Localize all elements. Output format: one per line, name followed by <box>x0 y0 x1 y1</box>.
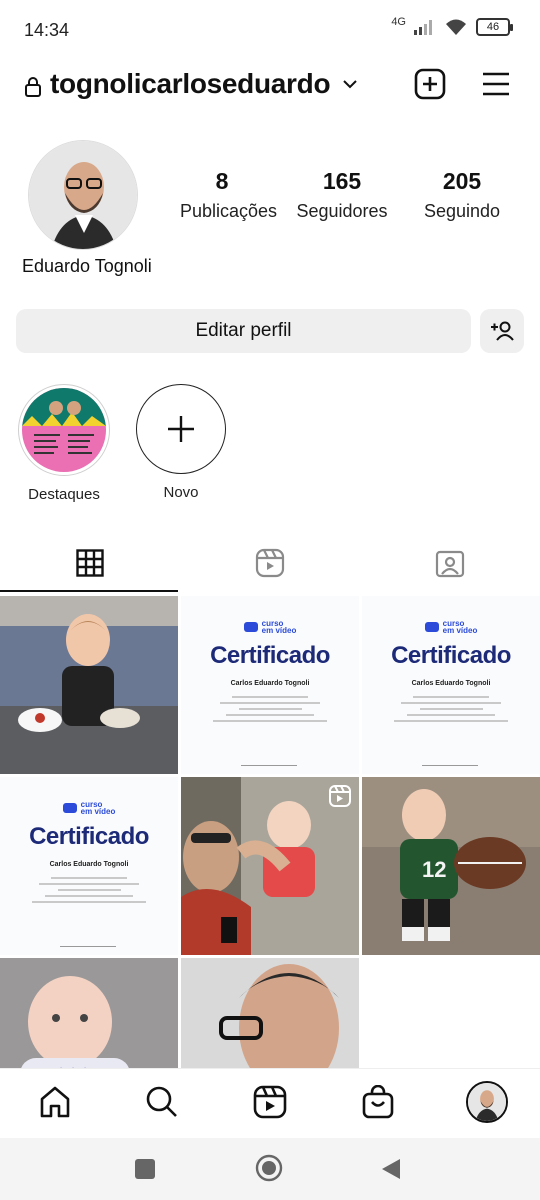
posts-label: Publicações <box>180 201 278 221</box>
shop-icon[interactable] <box>361 1085 395 1119</box>
lock-icon <box>25 77 41 97</box>
post-thumbnail[interactable]: 12 <box>362 777 540 955</box>
stat-followers[interactable]: 165 Seguidores <box>292 168 392 222</box>
search-icon[interactable] <box>145 1085 179 1119</box>
post-thumbnail[interactable] <box>181 958 359 1068</box>
add-person-icon <box>491 321 514 341</box>
profile-nav-avatar[interactable] <box>466 1081 508 1123</box>
highlight-destaques[interactable]: Destaques <box>9 384 119 503</box>
profile-header: tognolicarloseduardo <box>0 62 540 112</box>
active-tab-indicator <box>0 590 178 592</box>
posts-grid: curso em vídeo Certificado Carlos Eduardo… <box>0 596 540 1068</box>
certificate-title: Certificado <box>29 823 149 850</box>
battery-indicator: 46 <box>476 18 513 36</box>
discover-people-button[interactable] <box>480 309 524 353</box>
recents-icon[interactable] <box>134 1158 156 1180</box>
status-bar: 14:34 4G 46 <box>0 0 540 60</box>
post-thumbnail[interactable] <box>0 958 178 1068</box>
system-navigation <box>0 1138 540 1200</box>
menu-icon[interactable] <box>481 70 511 98</box>
reels-nav-icon[interactable] <box>253 1085 287 1119</box>
svg-text:12: 12 <box>422 857 446 882</box>
highlight-label: Novo <box>163 484 199 501</box>
tab-reels[interactable] <box>180 532 360 594</box>
following-label: Seguindo <box>423 201 501 221</box>
new-post-icon[interactable] <box>414 68 446 100</box>
post-thumbnail[interactable]: curso em vídeo Certificado Carlos Eduardo… <box>0 777 178 955</box>
certificate-name: Carlos Eduardo Tognoli <box>230 680 310 687</box>
post-thumbnail[interactable]: curso em vídeo Certificado Carlos Eduardo… <box>181 596 359 774</box>
home-icon[interactable] <box>38 1085 72 1119</box>
wifi-icon <box>446 19 466 35</box>
tagged-icon <box>435 550 465 578</box>
signal-icon <box>414 20 432 35</box>
highlight-new[interactable]: Novo <box>126 384 236 501</box>
display-name: Eduardo Tognoli <box>22 256 152 276</box>
plus-icon <box>168 416 194 442</box>
posts-count: 8 <box>215 168 229 194</box>
profile-avatar[interactable] <box>28 140 138 250</box>
certificate-title: Certificado <box>210 642 330 669</box>
post-thumbnail[interactable] <box>181 777 359 955</box>
home-system-icon[interactable] <box>255 1154 283 1182</box>
following-count: 205 <box>442 168 482 194</box>
reels-icon <box>255 548 285 578</box>
highlight-cover-image <box>22 388 106 472</box>
post-thumbnail[interactable] <box>0 596 178 774</box>
back-icon[interactable] <box>380 1158 402 1180</box>
reels-badge-icon <box>329 785 351 807</box>
network-label: 4G <box>391 16 406 28</box>
status-time: 14:34 <box>24 20 70 40</box>
certificate-name: Carlos Eduardo Tognoli <box>49 861 129 868</box>
certificate-name: Carlos Eduardo Tognoli <box>411 680 491 687</box>
highlight-label: Destaques <box>28 486 100 503</box>
grid-icon <box>76 549 104 577</box>
stat-posts[interactable]: 8 Publicações <box>180 168 278 222</box>
tab-grid[interactable] <box>0 532 180 594</box>
status-icons: 4G 46 <box>391 16 513 36</box>
bottom-navigation <box>0 1068 540 1138</box>
tab-tagged[interactable] <box>360 532 540 594</box>
post-thumbnail[interactable]: curso em vídeo Certificado Carlos Eduardo… <box>362 596 540 774</box>
chevron-down-icon[interactable] <box>342 78 358 90</box>
edit-profile-button[interactable]: Editar perfil <box>16 309 471 353</box>
profile-tabs <box>0 532 540 594</box>
followers-count: 165 <box>322 168 362 194</box>
certificate-title: Certificado <box>391 642 511 669</box>
followers-label: Seguidores <box>296 201 388 221</box>
username[interactable]: tognolicarloseduardo <box>50 68 331 100</box>
stat-following[interactable]: 205 Seguindo <box>414 168 510 222</box>
